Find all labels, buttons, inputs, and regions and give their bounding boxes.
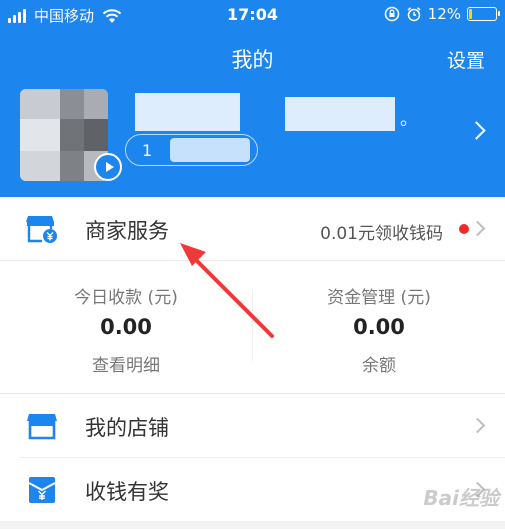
- battery-percent: 12%: [427, 5, 461, 23]
- menu-item-label: 收钱有奖: [85, 480, 169, 504]
- stats-panel: 今日收款 (元) 0.00 查看明细 资金管理 (元) 0.00 余额: [0, 261, 505, 393]
- merchant-service-row[interactable]: 商家服务 0.01元领收钱码: [0, 197, 505, 261]
- menu-item-my-shop[interactable]: 我的店铺: [0, 394, 505, 458]
- fund-management-stat[interactable]: 资金管理 (元) 0.00 余额: [253, 261, 505, 393]
- lock-rotation-icon: [384, 6, 399, 22]
- username-blurred-2: [285, 97, 395, 131]
- alarm-icon: [407, 7, 421, 22]
- watermark: Bai经验: [423, 486, 499, 510]
- username-suffix: 。: [400, 109, 418, 130]
- today-income-label: 今日收款 (元): [74, 288, 178, 308]
- username-blurred: [135, 93, 240, 131]
- menu-item-label: 我的店铺: [85, 416, 169, 440]
- view-details-link[interactable]: 查看明细: [0, 351, 252, 376]
- account-pill[interactable]: 1: [125, 134, 258, 166]
- page-title: 我的: [231, 48, 274, 72]
- account-number: 1: [142, 141, 153, 160]
- store-yen-icon: [26, 216, 57, 243]
- settings-button[interactable]: 设置: [447, 46, 485, 73]
- red-envelope-icon: [28, 477, 56, 503]
- today-income-stat[interactable]: 今日收款 (元) 0.00 查看明细: [0, 261, 252, 393]
- fund-management-label: 资金管理 (元): [327, 288, 431, 308]
- balance-link[interactable]: 余额: [253, 351, 505, 376]
- chevron-right-icon: [469, 220, 486, 237]
- chevron-right-icon: [469, 417, 486, 434]
- account-number-blurred: [170, 138, 250, 162]
- fund-management-value: 0.00: [353, 315, 405, 339]
- shop-icon: [27, 414, 57, 440]
- notification-dot: [459, 224, 469, 234]
- battery-icon: [467, 7, 500, 21]
- chevron-right-icon[interactable]: [467, 121, 486, 140]
- bottom-spacer: [0, 521, 505, 529]
- merchant-service-label: 商家服务: [85, 219, 169, 243]
- avatar-badge-icon: [94, 153, 122, 181]
- status-bar: 中国移动 17:04 12%: [0, 0, 505, 30]
- today-income-value: 0.00: [100, 315, 152, 339]
- profile-header: 中国移动 17:04 12% 我的 设置 。 1: [0, 0, 505, 197]
- merchant-promo-text: 0.01元领收钱码: [320, 224, 443, 244]
